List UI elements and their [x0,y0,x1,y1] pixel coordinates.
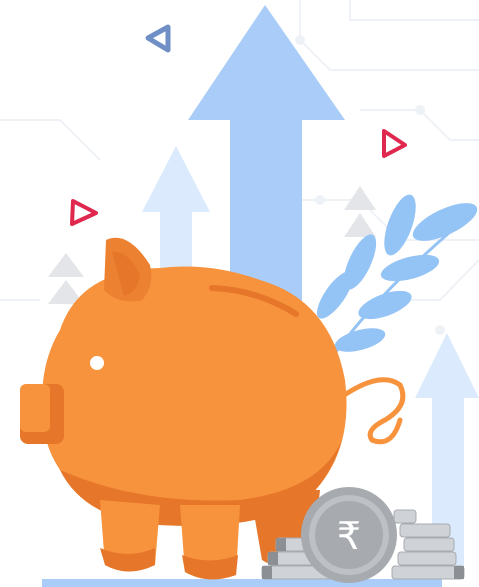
rupee-symbol: ₹ [337,514,361,558]
triangle-outline-blue-icon [145,24,171,53]
ground-bar [42,579,442,587]
savings-illustration: ₹ [0,0,479,587]
illustration-canvas: ₹ [0,0,479,587]
gray-triangle-left-icon [48,253,84,304]
triangle-outline-red-left-icon [70,199,98,226]
leaf-branch-icon [316,194,478,361]
rupee-coin-icon: ₹ [301,487,397,583]
triangle-outline-red-top-icon [382,129,407,158]
